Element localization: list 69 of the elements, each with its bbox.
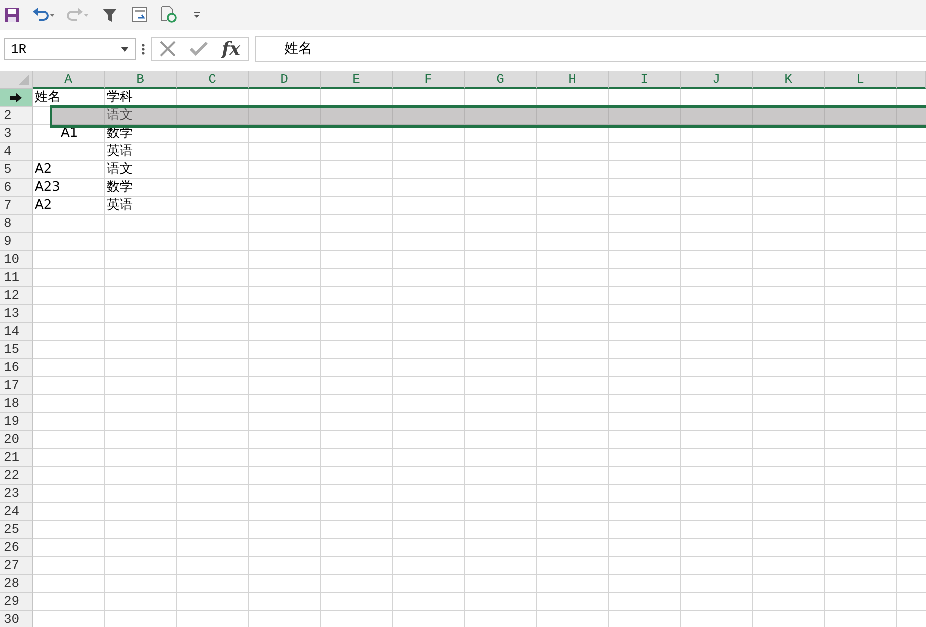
table-cell-text: 语文: [106, 161, 134, 179]
row-header[interactable]: 23: [0, 485, 33, 503]
row-header[interactable]: 4: [0, 143, 33, 161]
row-header[interactable]: 24: [0, 503, 33, 521]
row-header[interactable]: 12: [0, 287, 33, 305]
more-options-icon[interactable]: [142, 44, 145, 54]
row-header[interactable]: 20: [0, 431, 33, 449]
row-header[interactable]: 6: [0, 179, 33, 197]
row-header[interactable]: 15: [0, 341, 33, 359]
row-header[interactable]: 29: [0, 593, 33, 611]
filter-icon[interactable]: [102, 7, 118, 23]
column-header[interactable]: K: [753, 71, 825, 89]
row-header[interactable]: 9: [0, 233, 33, 251]
arrow-icon: [10, 92, 22, 102]
formula-input[interactable]: 姓名: [255, 36, 926, 62]
row-header[interactable]: 16: [0, 359, 33, 377]
table-cell-text: A23: [34, 179, 62, 197]
table-cell-text: A2: [34, 197, 54, 215]
insert-function-button[interactable]: fx: [222, 38, 240, 60]
save-icon[interactable]: [4, 7, 20, 23]
row-header[interactable]: 25: [0, 521, 33, 539]
row-header[interactable]: 8: [0, 215, 33, 233]
row-header[interactable]: 17: [0, 377, 33, 395]
column-header[interactable]: G: [465, 71, 537, 89]
table-cell-text: 姓名: [34, 89, 62, 107]
row-header[interactable]: 7: [0, 197, 33, 215]
column-header[interactable]: C: [177, 71, 249, 89]
row-header[interactable]: 27: [0, 557, 33, 575]
undo-icon[interactable]: [32, 7, 56, 23]
cancel-icon[interactable]: [160, 41, 176, 57]
row-header[interactable]: 18: [0, 395, 33, 413]
name-box[interactable]: 1R: [4, 38, 136, 60]
row-header[interactable]: 26: [0, 539, 33, 557]
table-cell-text: 数学: [106, 179, 134, 197]
row-header[interactable]: 5: [0, 161, 33, 179]
row-header[interactable]: 2: [0, 107, 33, 125]
table-cell-text: 语文: [106, 107, 134, 125]
table-cell-text: 学科: [106, 89, 134, 107]
row-header[interactable]: 30: [0, 611, 33, 627]
table-cell-text: 英语: [106, 143, 134, 161]
column-header[interactable]: H: [537, 71, 609, 89]
column-header[interactable]: F: [393, 71, 465, 89]
row-header[interactable]: 21: [0, 449, 33, 467]
window-icon[interactable]: [132, 7, 148, 23]
column-header[interactable]: B: [105, 71, 177, 89]
row-header[interactable]: 28: [0, 575, 33, 593]
row-header[interactable]: 3: [0, 125, 33, 143]
column-header[interactable]: [897, 71, 926, 89]
dropdown-caret-icon[interactable]: [121, 46, 129, 52]
row-header[interactable]: 11: [0, 269, 33, 287]
check-icon[interactable]: [190, 42, 208, 56]
row-header[interactable]: 19: [0, 413, 33, 431]
column-header[interactable]: L: [825, 71, 897, 89]
row-header[interactable]: [0, 89, 33, 107]
column-header[interactable]: I: [609, 71, 681, 89]
column-header[interactable]: A: [33, 71, 105, 89]
refresh-document-icon[interactable]: [160, 6, 178, 24]
row-header[interactable]: 13: [0, 305, 33, 323]
row-header[interactable]: 14: [0, 323, 33, 341]
column-header[interactable]: E: [321, 71, 393, 89]
table-cell-text: A2: [34, 161, 54, 179]
column-header[interactable]: J: [681, 71, 753, 89]
table-cell-text: 英语: [106, 197, 134, 215]
column-header[interactable]: D: [249, 71, 321, 89]
table-cell-text: A1: [60, 125, 80, 143]
row-header[interactable]: 22: [0, 467, 33, 485]
triangle-icon: [19, 75, 29, 85]
row-header[interactable]: 10: [0, 251, 33, 269]
more-caret-icon[interactable]: [192, 10, 202, 20]
